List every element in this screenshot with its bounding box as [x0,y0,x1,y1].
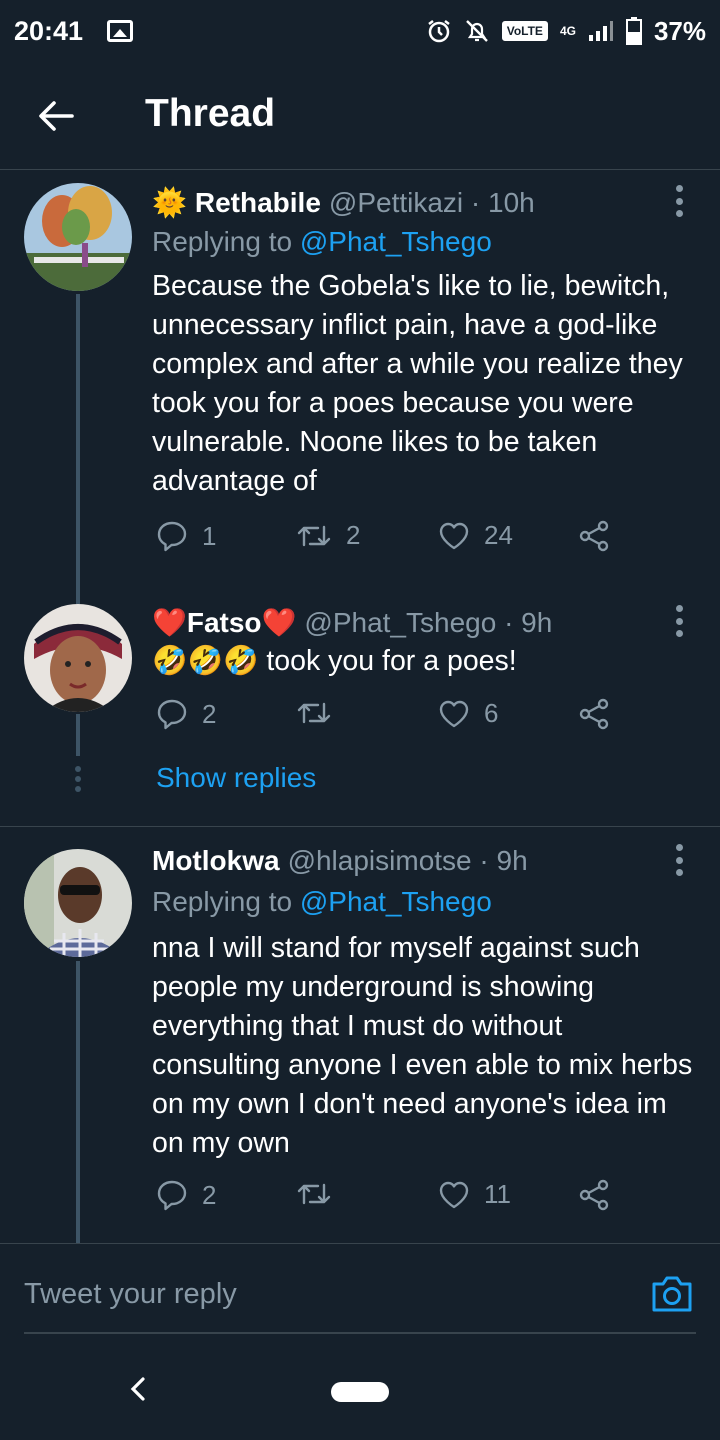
display-name[interactable]: Motlokwa [152,845,280,877]
avatar[interactable] [24,849,132,957]
tweet-text: nna I will stand for myself against such… [152,932,693,1159]
tweet[interactable]: Motlokwa @hlapisimotse · 9h Replying to … [0,827,720,1243]
status-bar: 20:41 VoLTE 4G 37% [0,0,720,62]
volte-badge: VoLTE [501,21,548,41]
more-replies-dots [74,766,82,792]
arrow-left-icon [39,101,74,131]
replying-to: Replying to @Phat_Tshego [152,226,492,258]
battery-icon [625,17,642,45]
share-icon [579,1179,609,1211]
share-icon [579,520,609,552]
network-type: 4G [559,24,576,38]
tweet-actions: 2 11 [152,1179,632,1223]
status-icons: VoLTE 4G 37% [426,16,706,47]
reply-composer: Tweet your reply [0,1243,720,1335]
avatar-image [24,849,132,957]
thread-line [76,590,80,604]
display-name[interactable]: ❤️Fatso❤️ [152,606,296,639]
handle-and-time: @Phat_Tshego · 9h [304,606,553,638]
like-count: 11 [484,1179,511,1209]
avatar[interactable] [24,604,132,712]
share-button[interactable] [578,1179,610,1211]
mute-notifications-icon [465,20,488,42]
like-button[interactable]: 24 [438,520,513,551]
reply-icon [157,699,187,730]
sun-emoji: 🌞 [152,187,187,218]
share-button[interactable] [578,698,610,730]
status-time: 20:41 [14,15,84,46]
image-notification-icon [107,20,134,42]
avatar-image [24,183,132,291]
avatar-image [24,604,132,712]
reply-count: 2 [202,698,217,729]
system-nav-bar [0,1340,720,1440]
replying-to-label: Replying to [152,226,300,257]
handle-and-time: @hlapisimotse · 9h [287,845,528,876]
reply-icon [157,1180,187,1211]
mention-link[interactable]: @Phat_Tshego [300,226,492,257]
like-count: 24 [484,520,513,550]
camera-button[interactable] [650,1274,694,1314]
tweet-actions: 2 6 [152,698,632,742]
system-back-button[interactable] [126,1376,148,1407]
like-button[interactable]: 6 [438,698,498,729]
app-header: Thread [0,62,720,170]
retweet-icon [297,525,331,546]
home-pill[interactable] [331,1382,389,1402]
like-count: 6 [484,698,499,728]
replying-to-label: Replying to [152,886,300,917]
retweet-icon [297,702,331,724]
reply-button[interactable]: 2 [156,1179,216,1211]
retweet-icon [297,1183,331,1205]
retweet-button[interactable] [296,698,346,728]
tweet[interactable]: 🌞 Rethabile @Pettikazi · 10h Replying to… [0,170,720,590]
more-options-button[interactable] [672,185,686,217]
page-title: Thread [145,92,276,135]
alarm-icon [427,20,450,43]
more-options-button[interactable] [672,605,686,637]
avatar[interactable] [24,183,132,291]
camera-icon [652,1276,692,1312]
tweet-header: 🌞 Rethabile @Pettikazi · 10h [152,186,535,219]
reply-input-underline [24,1332,696,1334]
tweet-text: Because the Gobela's like to lie, bewitc… [152,270,683,497]
share-icon [579,698,609,730]
show-replies-link[interactable]: Show replies [156,762,316,794]
battery-percentage: 37% [653,15,706,46]
reply-button[interactable]: 1 [156,520,216,552]
retweet-button[interactable] [296,1179,346,1209]
heart-icon [439,700,469,727]
back-button[interactable] [34,94,78,138]
reply-button[interactable]: 2 [156,698,216,730]
tweet-text: 🤣🤣🤣 took you for a poes! [152,645,517,677]
reply-icon [157,521,187,552]
share-button[interactable] [578,520,610,552]
thread-line [76,294,80,590]
tweet-actions: 1 2 24 [152,520,632,564]
retweet-count: 2 [346,520,361,550]
tweet-header: Motlokwa @hlapisimotse · 9h [152,845,528,877]
tweet[interactable]: ❤️Fatso❤️ @Phat_Tshego · 9h 🤣🤣🤣 took you… [0,590,720,826]
handle-and-time: @Pettikazi · 10h [328,186,535,218]
replying-to: Replying to @Phat_Tshego [152,886,492,918]
like-button[interactable]: 11 [438,1179,511,1210]
more-options-button[interactable] [672,844,686,876]
reply-count: 1 [202,520,217,551]
signal-icon [588,21,613,41]
reply-count: 2 [202,1179,217,1210]
display-name[interactable]: Rethabile [195,187,321,219]
heart-icon [439,1181,469,1208]
thread-line [76,961,80,1243]
heart-icon [439,522,469,549]
tweet-header: ❤️Fatso❤️ @Phat_Tshego · 9h [152,606,552,639]
mention-link[interactable]: @Phat_Tshego [300,886,492,917]
reply-input[interactable]: Tweet your reply [24,1278,237,1311]
chevron-left-icon [130,1377,145,1401]
retweet-button[interactable]: 2 [296,520,360,551]
thread-line [76,714,80,756]
